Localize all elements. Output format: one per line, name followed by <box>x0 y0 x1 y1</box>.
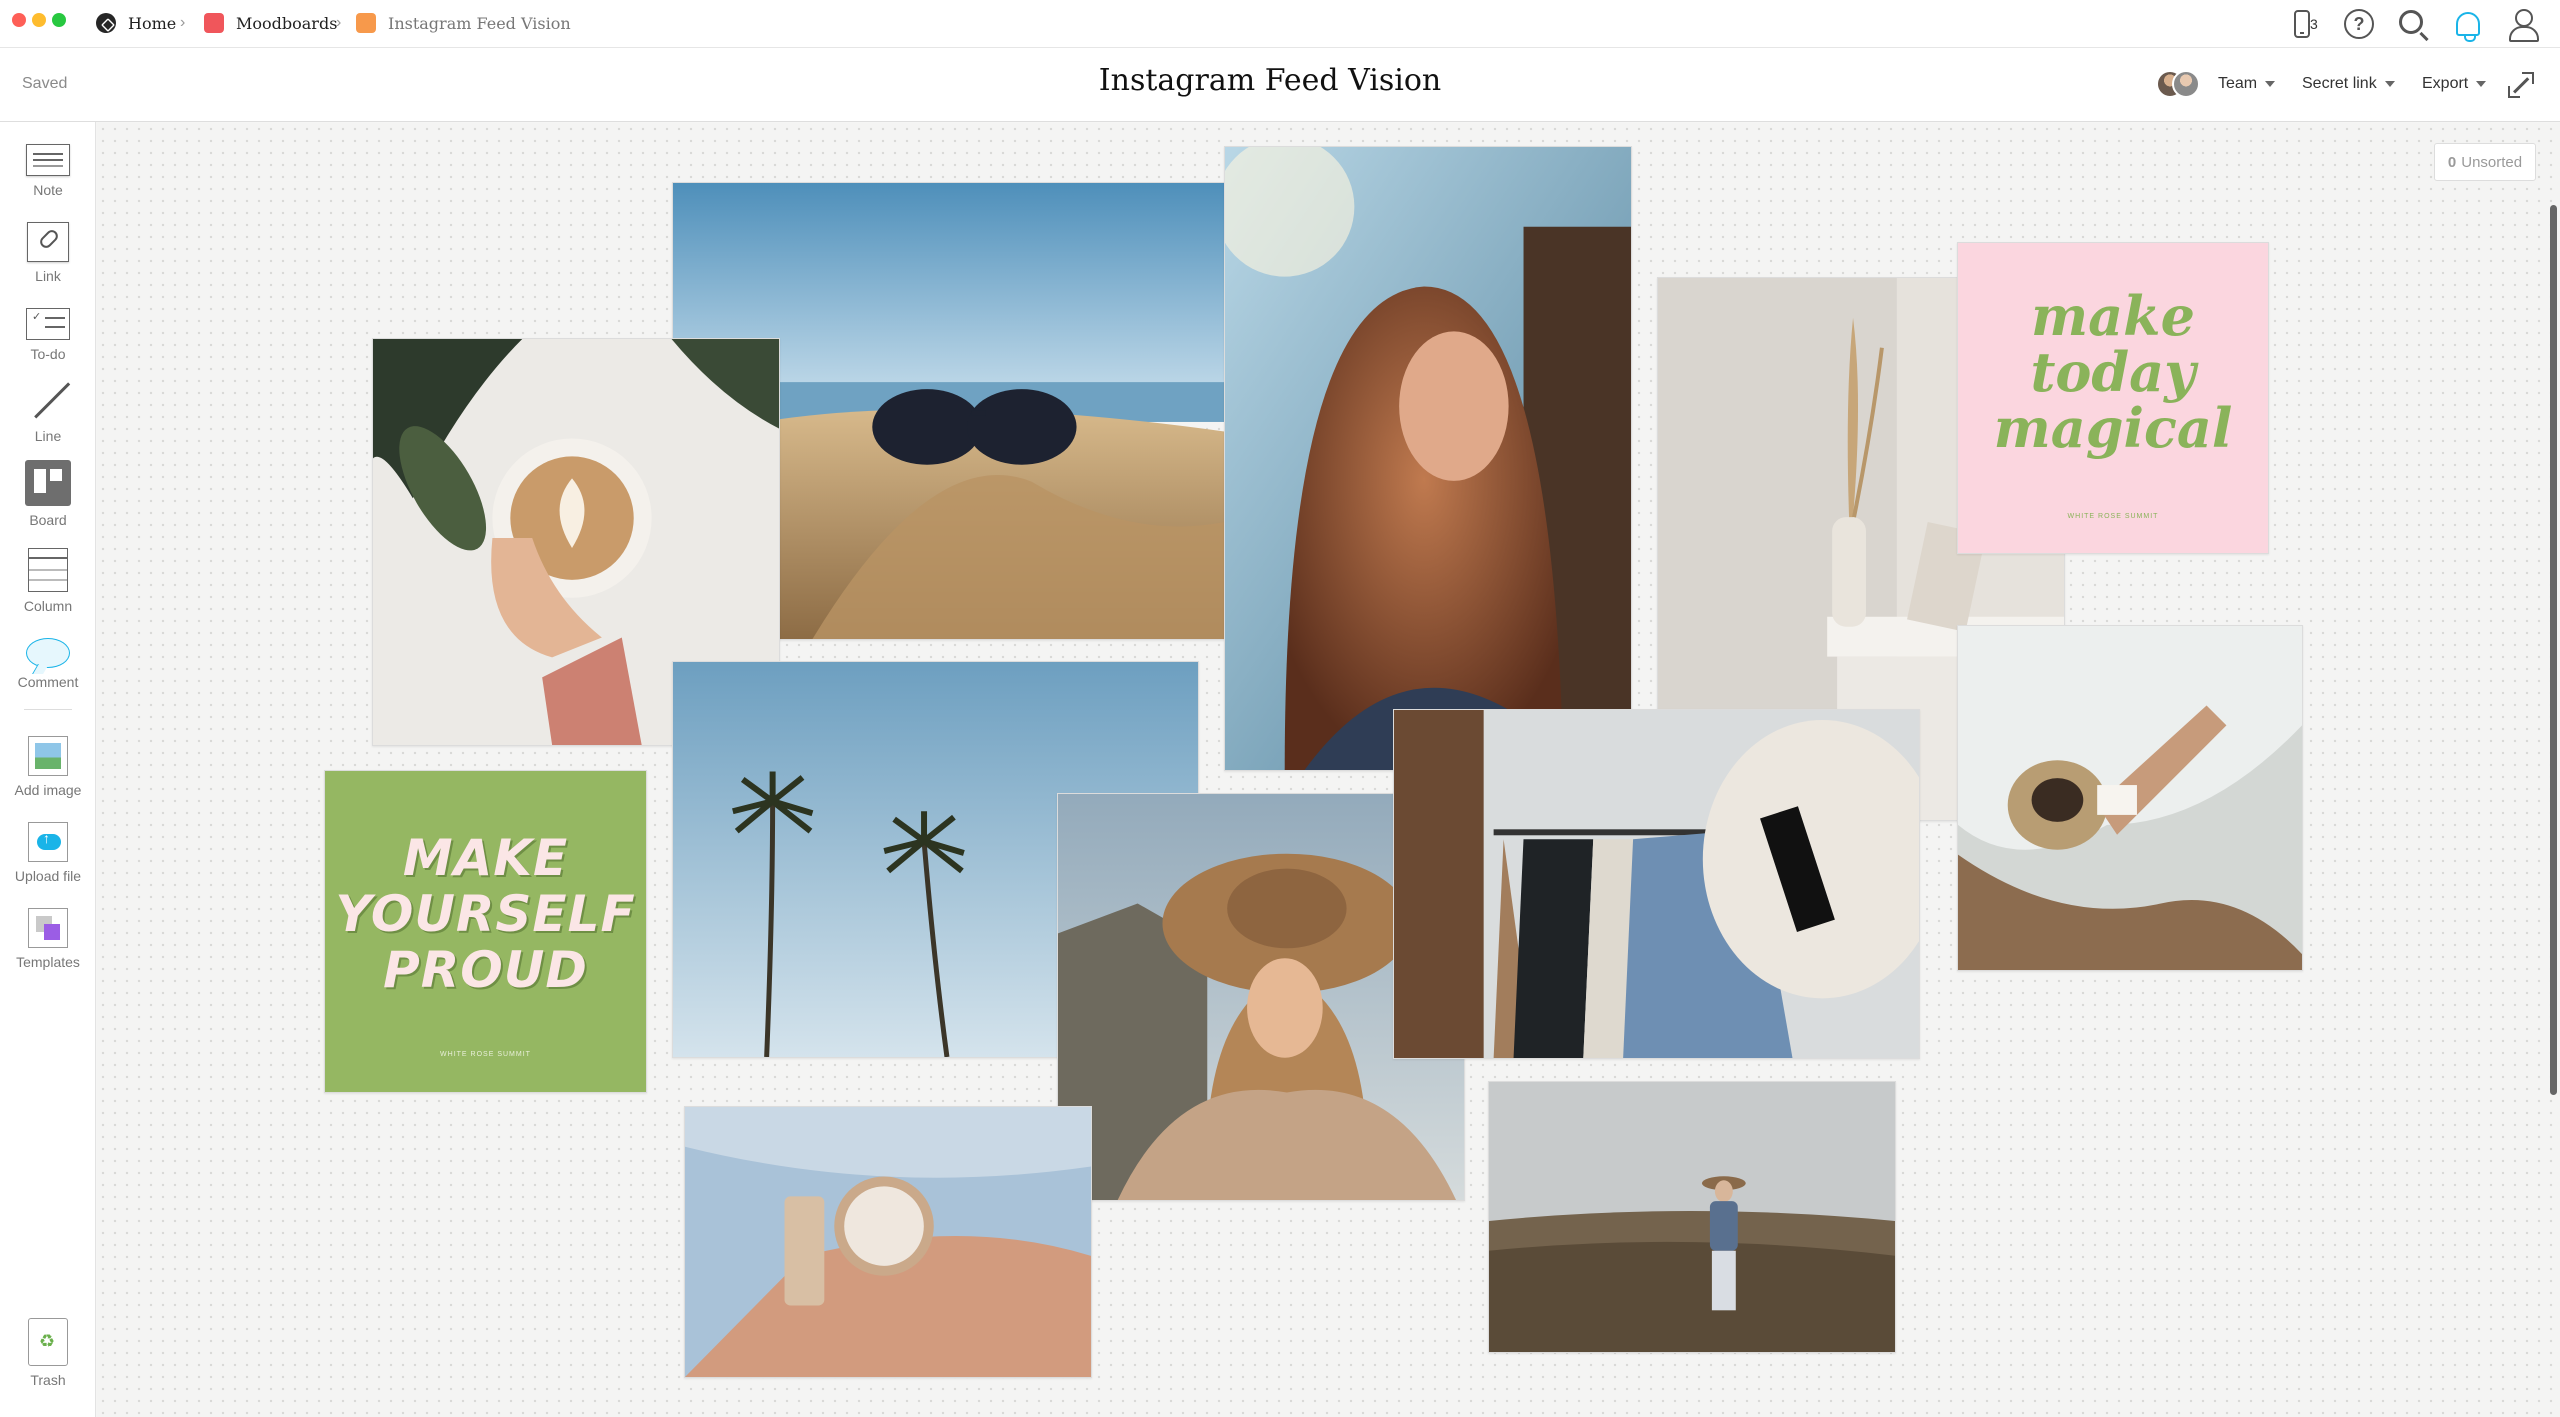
breadcrumb-moodboards[interactable]: Moodboards <box>204 0 337 46</box>
breadcrumb-chevron-icon: › <box>336 14 342 31</box>
image-card-woman-field[interactable] <box>1488 1081 1896 1353</box>
tool-board[interactable]: Board <box>0 460 96 528</box>
tool-line[interactable]: Line <box>0 378 96 444</box>
team-label: Team <box>2218 75 2258 92</box>
quote-signature: WHITE ROSE SUMMIT <box>440 1051 531 1058</box>
image-card-wrist-watch[interactable] <box>684 1106 1092 1378</box>
quote-line: today <box>2030 340 2196 404</box>
current-board-icon <box>356 13 376 33</box>
search-button[interactable] <box>2396 8 2432 40</box>
comment-icon <box>26 638 70 668</box>
breadcrumb-home-label: Home <box>128 13 177 33</box>
quote-card-make-yourself-proud[interactable]: MAKE YOURSELF PROUD WHITE ROSE SUMMIT <box>324 770 647 1093</box>
breadcrumb-chevron-icon: › <box>180 14 186 31</box>
tool-todo-label: To-do <box>30 346 66 362</box>
export-label: Export <box>2422 75 2469 92</box>
tool-comment-label: Comment <box>17 674 79 690</box>
window-titlebar: Home › Moodboards › Instagram Feed Visio… <box>0 0 2560 48</box>
tool-link-label: Link <box>35 268 61 284</box>
search-icon <box>2399 10 2423 34</box>
window-close-button[interactable] <box>12 13 26 27</box>
upload-cloud-icon <box>28 822 68 862</box>
tool-note[interactable]: Note <box>0 144 96 198</box>
todo-icon <box>26 308 70 340</box>
secret-link-dropdown[interactable]: Secret link <box>2302 70 2395 98</box>
moodboards-board-icon <box>204 13 224 33</box>
quote-line: YOURSELF <box>335 885 636 943</box>
secret-link-label: Secret link <box>2302 75 2377 92</box>
account-button[interactable] <box>2504 8 2540 42</box>
tool-add-image-label: Add image <box>14 782 82 798</box>
tool-templates-label: Templates <box>16 954 80 970</box>
quote-line: PROUD <box>383 941 588 999</box>
user-icon <box>2507 9 2539 42</box>
unsorted-count: 0 <box>2447 153 2457 171</box>
help-icon: ? <box>2344 9 2374 39</box>
tool-trash[interactable]: Trash <box>0 1318 96 1388</box>
tool-upload-file[interactable]: Upload file <box>0 822 96 884</box>
device-count: 3 <box>2310 16 2318 32</box>
tool-line-label: Line <box>34 428 62 444</box>
unsorted-label: Unsorted <box>2461 153 2523 171</box>
tool-comment[interactable]: Comment <box>0 638 96 690</box>
export-dropdown[interactable]: Export <box>2422 70 2487 98</box>
tool-trash-label: Trash <box>30 1372 66 1388</box>
image-icon <box>28 736 68 776</box>
home-icon <box>96 13 116 33</box>
fullscreen-expand-icon[interactable] <box>2508 72 2534 98</box>
image-card-woman-portrait[interactable] <box>1224 146 1632 771</box>
column-icon <box>28 548 68 592</box>
tool-add-image[interactable]: Add image <box>0 736 96 798</box>
quote-line: MAKE <box>402 829 569 887</box>
bell-icon <box>2456 12 2480 42</box>
window-maximize-button[interactable] <box>52 13 66 27</box>
breadcrumb-current[interactable]: Instagram Feed Vision <box>356 0 571 46</box>
toolbar-divider <box>24 709 72 710</box>
unsorted-button[interactable]: 0 Unsorted <box>2434 143 2536 181</box>
trash-icon <box>28 1318 68 1366</box>
quote-line: make <box>2031 284 2195 348</box>
image-card-beach-woman-waves[interactable] <box>1957 625 2303 971</box>
tool-board-label: Board <box>29 512 67 528</box>
breadcrumb-current-label: Instagram Feed Vision <box>388 13 571 33</box>
board-header: Saved Instagram Feed Vision Team Secret … <box>0 48 2560 122</box>
collaborator-avatars[interactable] <box>2156 70 2206 100</box>
window-minimize-button[interactable] <box>32 13 46 27</box>
quote-signature: WHITE ROSE SUMMIT <box>2067 513 2159 520</box>
breadcrumb-home[interactable]: Home <box>96 0 176 46</box>
breadcrumb-moodboards-label: Moodboards <box>236 13 338 33</box>
templates-icon <box>28 908 68 948</box>
caret-down-icon <box>2476 81 2487 87</box>
quote-line: magical <box>1993 396 2233 460</box>
tool-column-label: Column <box>23 598 73 614</box>
tool-todo[interactable]: To-do <box>0 308 96 362</box>
caret-down-icon <box>2265 81 2276 87</box>
phone-icon <box>2294 10 2310 38</box>
team-dropdown[interactable]: Team <box>2218 70 2276 98</box>
board-icon <box>25 460 71 506</box>
note-icon <box>26 144 70 176</box>
avatar <box>2172 70 2200 98</box>
tool-link[interactable]: Link <box>0 222 96 284</box>
link-icon <box>27 222 69 262</box>
line-icon <box>26 378 70 422</box>
board-canvas[interactable]: make today magical WHITE ROSE SUMMIT MAK… <box>97 123 2560 1417</box>
tool-templates[interactable]: Templates <box>0 908 96 970</box>
quote-card-make-today-magical[interactable]: make today magical WHITE ROSE SUMMIT <box>1957 242 2269 554</box>
help-button[interactable]: ? <box>2342 8 2376 40</box>
tool-column[interactable]: Column <box>0 548 96 614</box>
notifications-button[interactable] <box>2450 8 2486 42</box>
image-card-clothes-rack-hat[interactable] <box>1393 709 1920 1059</box>
canvas-scrollbar-thumb[interactable] <box>2550 205 2557 1095</box>
tool-upload-label: Upload file <box>14 868 82 884</box>
caret-down-icon <box>2384 81 2395 87</box>
tool-note-label: Note <box>33 182 63 198</box>
tool-sidebar: Note Link To-do Line Board Column Commen… <box>0 122 96 1417</box>
